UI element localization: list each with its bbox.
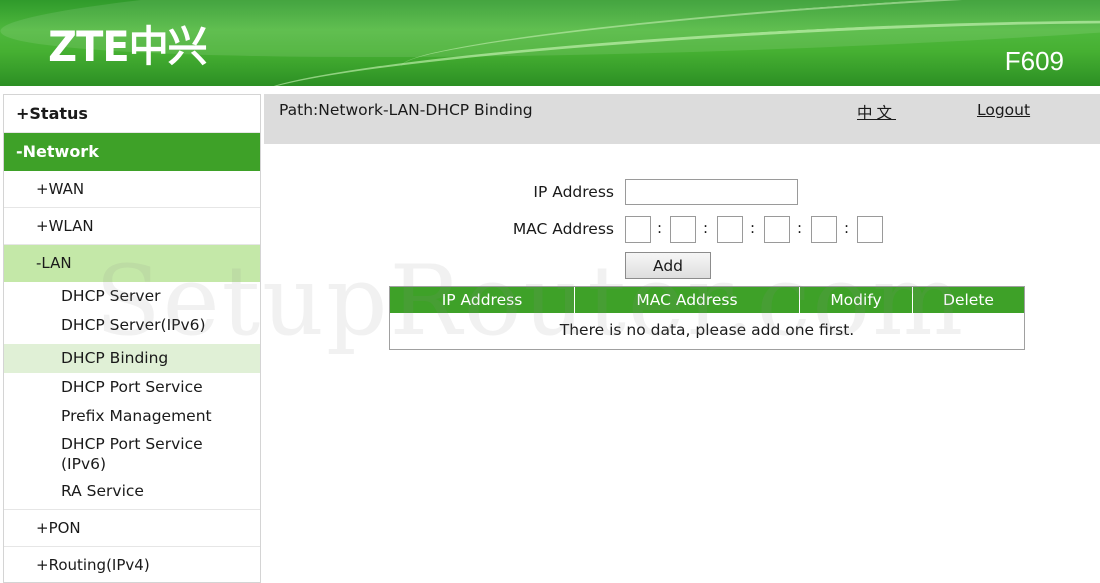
dhcp-binding-table: IP Address MAC Address Modify Delete The… — [389, 286, 1025, 350]
sidebar-item-wlan[interactable]: +WLAN — [4, 208, 260, 245]
column-header-modify: Modify — [800, 287, 913, 313]
sidebar-item-routing-ipv4[interactable]: +Routing(IPv4) — [4, 547, 260, 583]
logout-link[interactable]: Logout — [977, 101, 1030, 119]
column-header-mac: MAC Address — [575, 287, 800, 313]
sidebar-item-dhcp-port-service-ipv6[interactable]: DHCP Port Service (IPv6) — [4, 431, 224, 477]
mac-octet-6-input[interactable] — [857, 216, 883, 243]
mac-octet-5-input[interactable] — [811, 216, 837, 243]
sidebar-item-wan[interactable]: +WAN — [4, 171, 260, 208]
sidebar-item-pon[interactable]: +PON — [4, 510, 260, 547]
mac-octet-1-input[interactable] — [625, 216, 651, 243]
ip-address-input[interactable] — [625, 179, 798, 205]
model-name: F609 — [1004, 46, 1064, 76]
empty-table-message: There is no data, please add one first. — [559, 321, 855, 339]
mac-octet-4-input[interactable] — [764, 216, 790, 243]
sidebar-item-prefix-management[interactable]: Prefix Management — [4, 402, 260, 431]
mac-separator: : — [657, 219, 663, 237]
mac-separator: : — [797, 219, 803, 237]
mac-octet-3-input[interactable] — [717, 216, 743, 243]
sidebar-nav: +Status -Network +WAN +WLAN -LAN DHCP Se… — [3, 94, 261, 583]
header-banner: ZTE中兴 F609 — [0, 0, 1100, 86]
column-header-ip: IP Address — [390, 287, 575, 313]
sidebar-item-lan[interactable]: -LAN — [4, 245, 260, 282]
sidebar-item-dhcp-port-service[interactable]: DHCP Port Service — [4, 373, 260, 402]
column-header-delete: Delete — [943, 291, 994, 309]
add-button[interactable]: Add — [625, 252, 711, 279]
zte-logo: ZTE中兴 — [48, 22, 207, 71]
mac-separator: : — [703, 219, 709, 237]
mac-octet-2-input[interactable] — [670, 216, 696, 243]
breadcrumb: Path:Network-LAN-DHCP Binding — [279, 101, 533, 119]
ip-address-label: IP Address — [533, 183, 614, 201]
sidebar-item-dhcp-server-ipv6[interactable]: DHCP Server(IPv6) — [4, 311, 260, 340]
sidebar-item-dhcp-binding[interactable]: DHCP Binding — [4, 344, 260, 373]
sidebar-item-network[interactable]: -Network — [4, 133, 260, 171]
path-bar: Path:Network-LAN-DHCP Binding 中文 Logout — [264, 94, 1100, 144]
mac-address-label: MAC Address — [512, 220, 614, 238]
mac-separator: : — [844, 219, 850, 237]
language-link[interactable]: 中文 — [857, 101, 896, 123]
sidebar-item-ra-service[interactable]: RA Service — [4, 477, 260, 510]
sidebar-item-dhcp-server[interactable]: DHCP Server — [4, 282, 260, 311]
mac-separator: : — [750, 219, 756, 237]
sidebar-item-status[interactable]: +Status — [4, 95, 260, 133]
table-header: IP Address MAC Address Modify Delete — [390, 287, 1024, 313]
